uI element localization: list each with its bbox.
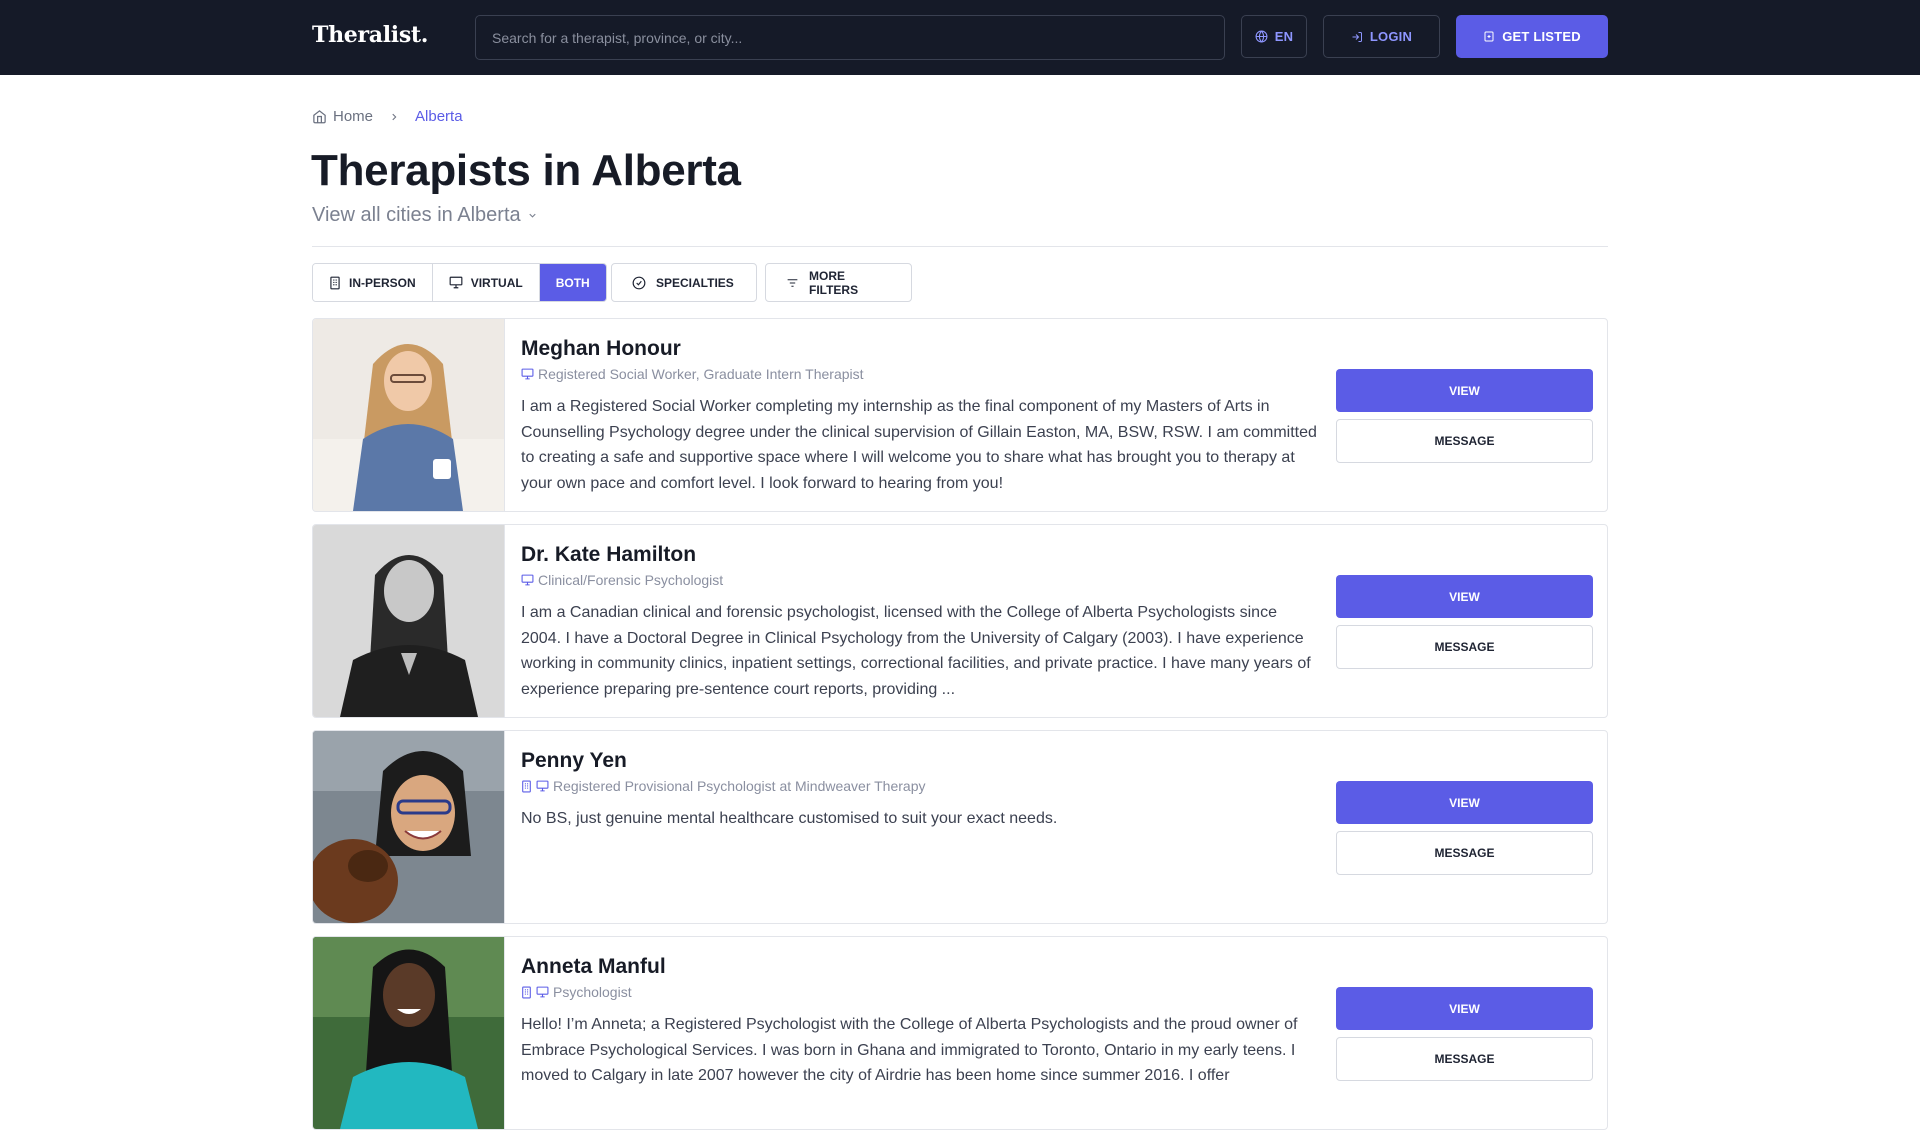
check-circle-icon bbox=[632, 276, 646, 289]
message-button[interactable]: MESSAGE bbox=[1336, 1037, 1593, 1081]
language-label: EN bbox=[1274, 29, 1294, 44]
therapist-photo[interactable] bbox=[313, 525, 505, 717]
filter-both-label: BOTH bbox=[555, 275, 590, 290]
specialties-label: SPECIALTIES bbox=[656, 275, 734, 290]
login-icon bbox=[1352, 31, 1362, 42]
therapist-bio: No BS, just genuine mental healthcare cu… bbox=[521, 810, 1058, 827]
filter-icon bbox=[787, 278, 798, 287]
building-icon bbox=[522, 986, 531, 998]
view-profile-button[interactable]: VIEW bbox=[1336, 781, 1593, 824]
therapist-name[interactable]: Penny Yen bbox=[521, 749, 1321, 773]
therapist-role-label: Psychologist bbox=[553, 984, 632, 1000]
monitor-icon bbox=[536, 986, 549, 998]
filter-both[interactable]: BOTH bbox=[539, 264, 606, 301]
page-title: Therapists in Alberta bbox=[311, 146, 741, 195]
breadcrumb-current[interactable]: Alberta bbox=[415, 108, 463, 125]
divider bbox=[312, 246, 1608, 247]
therapist-role: Registered Social Worker, Graduate Inter… bbox=[521, 366, 1321, 382]
building-icon bbox=[522, 780, 531, 792]
language-button[interactable]: EN bbox=[1241, 15, 1307, 58]
therapist-card: Penny Yen Registered Provisional Psychol… bbox=[312, 730, 1608, 924]
filter-virtual-label: VIRTUAL bbox=[470, 275, 523, 290]
therapist-name[interactable]: Anneta Manful bbox=[521, 955, 1321, 979]
view-cities-dropdown[interactable]: View all cities in Alberta bbox=[312, 204, 538, 227]
therapist-bio: I am a Canadian clinical and forensic ps… bbox=[521, 604, 1311, 698]
therapist-name[interactable]: Meghan Honour bbox=[521, 337, 1321, 361]
session-type-toggle: IN-PERSON VIRTUAL BOTH bbox=[312, 263, 607, 302]
view-profile-button[interactable]: VIEW bbox=[1336, 369, 1593, 412]
therapist-role: Psychologist bbox=[521, 984, 1321, 1000]
therapist-role: Clinical/Forensic Psychologist bbox=[521, 572, 1321, 588]
therapist-role-label: Registered Provisional Psychologist at M… bbox=[553, 778, 926, 794]
chevron-right-icon bbox=[389, 112, 399, 122]
breadcrumb-home-link[interactable]: Home bbox=[312, 108, 373, 125]
filter-in-person-label: IN-PERSON bbox=[349, 275, 416, 290]
therapist-card: Anneta Manful Psychologist Hello! I’m An… bbox=[312, 936, 1608, 1130]
breadcrumb-home-label: Home bbox=[333, 108, 374, 125]
building-icon bbox=[330, 276, 340, 289]
therapist-bio: I am a Registered Social Worker completi… bbox=[521, 398, 1317, 492]
therapist-card: Meghan Honour Registered Social Worker, … bbox=[312, 318, 1608, 512]
home-icon bbox=[313, 110, 326, 124]
monitor-icon bbox=[449, 276, 463, 289]
therapist-name[interactable]: Dr. Kate Hamilton bbox=[521, 543, 1321, 567]
message-button[interactable]: MESSAGE bbox=[1336, 831, 1593, 875]
therapist-photo[interactable] bbox=[313, 731, 505, 923]
search-input[interactable] bbox=[475, 15, 1225, 60]
therapist-role-label: Registered Social Worker, Graduate Inter… bbox=[538, 366, 864, 382]
monitor-icon bbox=[521, 574, 534, 586]
monitor-icon bbox=[521, 368, 534, 380]
get-listed-button[interactable]: GET LISTED bbox=[1456, 15, 1608, 58]
more-filters-label: MORE FILTERS bbox=[808, 268, 859, 297]
therapist-card: Dr. Kate Hamilton Clinical/Forensic Psyc… bbox=[312, 524, 1608, 718]
login-label: LOGIN bbox=[1369, 29, 1413, 44]
listing-icon bbox=[1484, 31, 1494, 42]
view-profile-button[interactable]: VIEW bbox=[1336, 987, 1593, 1030]
therapist-role: Registered Provisional Psychologist at M… bbox=[521, 778, 1321, 794]
message-button[interactable]: MESSAGE bbox=[1336, 419, 1593, 463]
top-navbar: Theralist. EN LOGIN GET LISTED bbox=[0, 0, 1920, 75]
therapist-photo[interactable] bbox=[313, 319, 505, 511]
therapist-photo[interactable] bbox=[313, 937, 505, 1129]
specialties-button[interactable]: SPECIALTIES bbox=[611, 263, 757, 302]
view-cities-label: View all cities in Alberta bbox=[312, 204, 521, 226]
get-listed-label: GET LISTED bbox=[1502, 29, 1581, 44]
more-filters-button[interactable]: MORE FILTERS bbox=[765, 263, 912, 302]
filter-in-person[interactable]: IN-PERSON bbox=[313, 264, 433, 301]
message-button[interactable]: MESSAGE bbox=[1336, 625, 1593, 669]
breadcrumb: Home Alberta bbox=[312, 108, 463, 125]
filter-virtual[interactable]: VIRTUAL bbox=[432, 264, 540, 301]
site-logo[interactable]: Theralist. bbox=[312, 22, 428, 48]
login-button[interactable]: LOGIN bbox=[1323, 15, 1440, 58]
view-profile-button[interactable]: VIEW bbox=[1336, 575, 1593, 618]
chevron-down-icon bbox=[528, 213, 536, 218]
therapist-bio: Hello! I’m Anneta; a Registered Psycholo… bbox=[521, 1016, 1298, 1084]
globe-icon bbox=[1255, 30, 1268, 43]
monitor-icon bbox=[536, 780, 549, 792]
therapist-role-label: Clinical/Forensic Psychologist bbox=[538, 572, 724, 588]
